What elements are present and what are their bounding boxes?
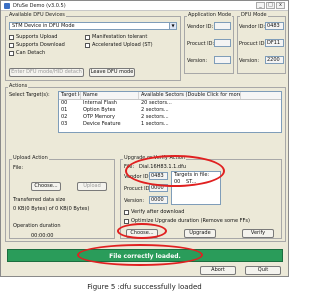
- app-vendor-label: Vendor ID:: [187, 24, 214, 30]
- transferred-size-value: 0 KB(0 Bytes) of 0 KB(0 Bytes): [13, 206, 90, 212]
- highlight-ring-file: [125, 155, 225, 187]
- title-bar: DfuSe Demo (v3.0.5) _ □ x: [1, 1, 288, 11]
- supports-upload-checkbox[interactable]: Supports Upload: [9, 34, 57, 40]
- column-header: Target Id: [61, 92, 81, 99]
- available-devices-label: Available DFU Devices: [8, 12, 66, 18]
- table-cell: 03: [61, 121, 68, 127]
- upgrade-button[interactable]: Upgrade: [184, 229, 216, 238]
- checkbox-box: [9, 42, 14, 48]
- operation-duration-label: Operation duration: [13, 223, 61, 229]
- upload-choose-button[interactable]: Choose...: [31, 182, 61, 191]
- table-cell: 02: [61, 114, 68, 120]
- table-row[interactable]: 01 Option Bytes 2 sectors...: [59, 107, 281, 114]
- checkbox-box: [124, 209, 129, 215]
- transferred-size-label: Transferred data size: [13, 197, 66, 203]
- leave-dfu-mode-button[interactable]: Leave DFU mode: [89, 68, 135, 77]
- highlight-ring-status: [77, 244, 203, 266]
- upload-file-label: File:: [13, 165, 24, 171]
- table-cell: 2 sectors...: [141, 107, 169, 113]
- targets-table[interactable]: Target Id Name Available Sectors (Double…: [58, 91, 282, 133]
- upgrade-version-label: Version:: [124, 198, 145, 204]
- app-procuct-label: Procuct ID:: [187, 41, 215, 47]
- app-version-field: [214, 56, 231, 64]
- select-targets-label: Select Target(s):: [9, 92, 50, 98]
- checkbox-box: [9, 50, 14, 56]
- close-button[interactable]: x: [276, 2, 285, 9]
- highlight-ring-choose: [117, 223, 167, 239]
- dfu-vendor-field: 0483: [265, 22, 284, 30]
- table-cell: Option Bytes: [83, 107, 116, 113]
- checkbox-box: [85, 42, 90, 48]
- supports-download-checkbox[interactable]: Supports Download: [9, 42, 65, 48]
- dfu-procuct-field: DF11: [265, 39, 284, 47]
- checkbox-label: Supports Upload: [16, 34, 58, 40]
- table-cell: Internal Flash: [83, 100, 117, 106]
- dfu-mode-label: DFU Mode: [240, 12, 268, 18]
- table-cell: 00: [61, 100, 68, 106]
- checkbox-label: Supports Download: [16, 42, 65, 48]
- checkbox-box: [85, 34, 90, 40]
- checkbox-label: Can Detach: [16, 50, 46, 56]
- checkbox-box: [9, 34, 14, 40]
- table-row[interactable]: 02 OTP Memory 2 sectors...: [59, 114, 281, 121]
- checkbox-label: Manifestation tolerant: [92, 34, 148, 40]
- app-version-label: Version:: [187, 58, 208, 64]
- app-icon: [4, 2, 10, 9]
- figure-caption: Figure 5 :dfu successfully loaded: [87, 283, 202, 291]
- dfu-version-field: 2200: [265, 56, 284, 64]
- dfuse-window: DfuSe Demo (v3.0.5) _ □ x Available DFU …: [0, 0, 289, 277]
- maximize-button[interactable]: □: [266, 2, 275, 9]
- table-cell: Device Feature: [83, 121, 121, 127]
- upgrade-procuct-label: Procuct ID:: [124, 186, 152, 192]
- table-cell: 20 sectors...: [141, 100, 172, 106]
- table-cell: 2 sectors...: [141, 114, 169, 120]
- chevron-down-icon: ▼: [169, 23, 176, 29]
- table-cell: OTP Memory: [83, 114, 115, 120]
- checkbox-box: [124, 218, 129, 224]
- application-mode-label: Application Mode: [187, 12, 233, 18]
- minimize-button[interactable]: _: [256, 2, 265, 9]
- accelerated-upload-checkbox[interactable]: Accelerated Upload (ST): [85, 42, 153, 48]
- checkbox-label: Verify after download: [131, 209, 185, 215]
- can-detach-checkbox[interactable]: Can Detach: [9, 50, 45, 56]
- manifestation-tolerant-checkbox[interactable]: Manifestation tolerant: [85, 34, 147, 40]
- quit-button[interactable]: Quit: [245, 266, 281, 275]
- device-select-value: STM Device in DFU Mode: [12, 23, 75, 29]
- upgrade-version-field: 0000: [149, 196, 168, 204]
- table-row[interactable]: 03 Device Feature 1 sectors...: [59, 121, 281, 128]
- app-vendor-field: [214, 22, 231, 30]
- window-title: DfuSe Demo (v3.0.5): [13, 2, 66, 9]
- column-header: Available Sectors (Double Click for more…: [141, 92, 241, 99]
- dfu-vendor-label: Vendor ID:: [239, 24, 266, 30]
- upload-action-label: Upload Action: [12, 155, 49, 161]
- table-row[interactable]: 00 Internal Flash 20 sectors...: [59, 100, 281, 107]
- enter-dfu-mode-button[interactable]: Enter DFU mode/HID detach: [9, 68, 84, 77]
- actions-label: Actions: [8, 83, 29, 89]
- table-cell: 01: [61, 107, 68, 113]
- device-select[interactable]: STM Device in DFU Mode ▼: [9, 22, 177, 30]
- upload-button[interactable]: Upload: [77, 182, 107, 191]
- dfu-version-label: Version:: [239, 58, 260, 64]
- targets-table-header: Target Id Name Available Sectors (Double…: [59, 92, 281, 100]
- dfu-procuct-label: Procuct ID:: [239, 41, 267, 47]
- verify-after-download-checkbox[interactable]: Verify after download: [124, 209, 184, 215]
- verify-button[interactable]: Verify: [242, 229, 274, 238]
- abort-button[interactable]: Abort: [200, 266, 236, 275]
- table-cell: 1 sectors...: [141, 121, 169, 127]
- column-header: Name: [81, 92, 139, 99]
- checkbox-label: Accelerated Upload (ST): [92, 42, 153, 48]
- operation-duration-value: 00:00:00: [31, 233, 54, 239]
- app-procuct-field: [214, 39, 231, 47]
